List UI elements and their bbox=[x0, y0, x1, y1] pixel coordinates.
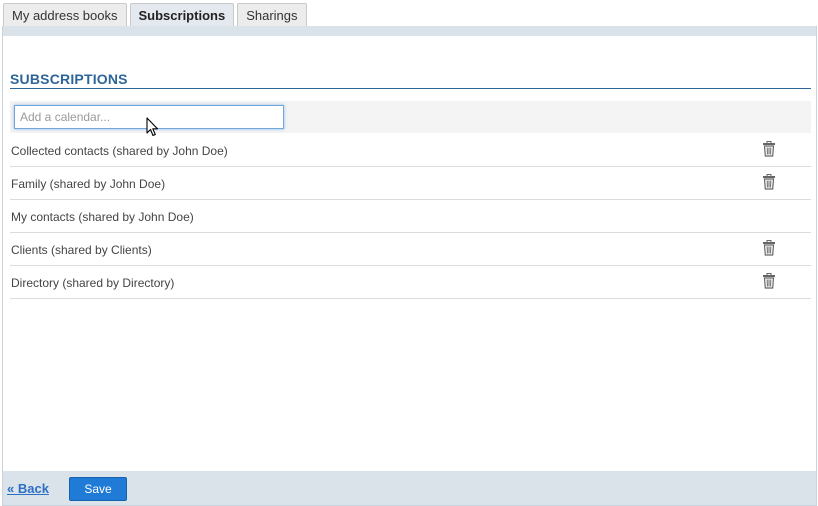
tab-sharings[interactable]: Sharings bbox=[237, 3, 307, 27]
tab-subscriptions[interactable]: Subscriptions bbox=[129, 3, 235, 27]
list-item-label: Family (shared by John Doe) bbox=[11, 177, 166, 191]
content-panel: SUBSCRIPTIONS Collected contacts (shared… bbox=[2, 26, 817, 506]
tab-my-address-books[interactable]: My address books bbox=[3, 3, 127, 27]
save-button[interactable]: Save bbox=[69, 477, 127, 501]
trash-icon[interactable] bbox=[762, 141, 776, 157]
list-item: Clients (shared by Clients) bbox=[10, 233, 811, 266]
add-subscription-row bbox=[10, 101, 811, 133]
trash-icon[interactable] bbox=[762, 273, 776, 289]
footer-bar: « Back Save bbox=[3, 471, 816, 505]
list-item-label: My contacts (shared by John Doe) bbox=[11, 210, 194, 224]
section-title: SUBSCRIPTIONS bbox=[10, 72, 811, 89]
list-item: Collected contacts (shared by John Doe) bbox=[10, 134, 811, 167]
trash-icon[interactable] bbox=[762, 240, 776, 256]
trash-icon[interactable] bbox=[762, 174, 776, 190]
panel-top-band bbox=[3, 26, 816, 36]
tab-bar: My address books Subscriptions Sharings bbox=[3, 3, 310, 27]
list-item: Family (shared by John Doe) bbox=[10, 167, 811, 200]
list-item: Directory (shared by Directory) bbox=[10, 266, 811, 299]
subscription-list: Collected contacts (shared by John Doe) … bbox=[10, 134, 811, 299]
list-item-label: Clients (shared by Clients) bbox=[11, 243, 152, 257]
add-calendar-input[interactable] bbox=[14, 105, 284, 129]
list-item: My contacts (shared by John Doe) bbox=[10, 200, 811, 233]
back-link[interactable]: « Back bbox=[7, 481, 49, 496]
list-item-label: Directory (shared by Directory) bbox=[11, 276, 175, 290]
list-item-label: Collected contacts (shared by John Doe) bbox=[11, 144, 228, 158]
